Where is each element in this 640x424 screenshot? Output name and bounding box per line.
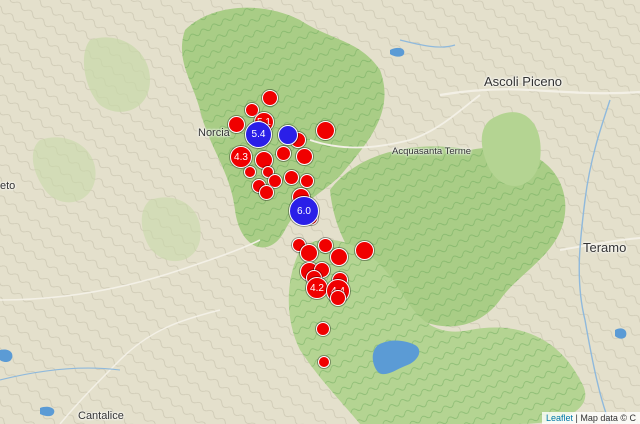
earthquake-marker[interactable] (330, 248, 348, 266)
earthquake-marker-4-3[interactable]: 4.3 (230, 146, 252, 168)
attribution-text: Map data © C (580, 413, 636, 423)
map-attribution: Leaflet | Map data © C (541, 412, 640, 424)
earthquake-marker[interactable] (262, 90, 278, 106)
earthquake-marker[interactable] (355, 241, 374, 260)
leaflet-link[interactable]: Leaflet (546, 413, 573, 423)
earthquake-marker[interactable] (259, 185, 274, 200)
place-label-acquasanta-terme: Acquasanta Terme (392, 146, 472, 157)
earthquake-marker[interactable] (316, 121, 335, 140)
earthquake-marker[interactable] (284, 170, 299, 185)
earthquake-marker[interactable] (330, 290, 346, 306)
place-label-teramo: Teramo (583, 240, 627, 255)
earthquake-marker-6-0[interactable]: 6.0 (289, 196, 319, 226)
place-label-rieti: eto (0, 180, 16, 192)
map-view[interactable]: Ascoli Piceno Acquasanta Terme Norcia Te… (0, 0, 640, 424)
place-label-norcia: Norcia (198, 127, 230, 139)
earthquake-marker[interactable] (296, 148, 313, 165)
earthquake-marker-5-4[interactable]: 5.4 (245, 121, 272, 148)
earthquake-marker[interactable] (316, 322, 330, 336)
earthquake-marker-blue[interactable] (278, 125, 298, 145)
earthquake-marker[interactable] (244, 166, 256, 178)
earthquake-marker[interactable] (300, 174, 314, 188)
earthquake-marker[interactable] (228, 116, 245, 133)
earthquake-marker-4-2[interactable]: 4.2 (306, 277, 328, 299)
earthquake-marker[interactable] (318, 356, 330, 368)
place-label-ascoli-piceno: Ascoli Piceno (484, 74, 563, 89)
place-label-cantalice: Cantalice (78, 410, 124, 422)
earthquake-marker[interactable] (300, 244, 318, 262)
earthquake-marker[interactable] (276, 146, 291, 161)
